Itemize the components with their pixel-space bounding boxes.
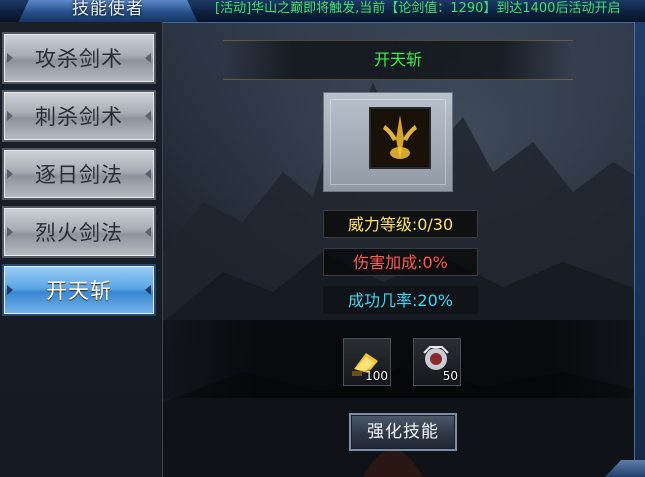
arrow-left-icon <box>7 227 13 237</box>
skill-name-bar: 开天斩 <box>223 40 573 80</box>
gem-icon[interactable]: 50 <box>413 338 461 386</box>
damage-bonus-stat: 伤害加成:0% <box>323 248 478 276</box>
materials-bar: 100 50 <box>163 320 645 398</box>
arrow-right-icon <box>145 53 151 63</box>
skill-item-label: 刺杀剑术 <box>35 105 123 129</box>
material-quantity: 100 <box>365 369 388 383</box>
skill-name: 开天斩 <box>373 50 422 69</box>
arrow-left-icon <box>7 111 13 121</box>
arrow-right-icon <box>145 169 151 179</box>
title-bar: 技能使者 [活动]华山之巅即将触发,当前【论剑值：1290】到达1400后活动开… <box>0 0 645 23</box>
arrow-right-icon <box>145 285 151 295</box>
power-level-stat: 威力等级:0/30 <box>323 210 478 238</box>
material-quantity: 50 <box>442 369 458 383</box>
skill-detail-panel: 开天斩 威力等级:0/30 伤害加成:0% 成功几率:20% 100 50 强化… <box>163 22 645 477</box>
arrow-left-icon <box>7 53 13 63</box>
skill-icon-frame <box>323 92 453 192</box>
frame-right-edge <box>634 22 645 477</box>
success-rate-stat: 成功几率:20% <box>323 286 478 314</box>
sword-flame-icon[interactable] <box>369 107 431 169</box>
window-title: 技能使者 <box>72 0 144 19</box>
skill-item-3[interactable]: 逐日剑法 <box>2 148 156 200</box>
skill-item-5[interactable]: 开天斩 <box>2 264 156 316</box>
arrow-left-icon <box>7 169 13 179</box>
arrow-right-icon <box>145 111 151 121</box>
event-marquee: [活动]华山之巅即将触发,当前【论剑值：1290】到达1400后活动开启 <box>215 1 621 16</box>
skill-item-1[interactable]: 攻杀剑术 <box>2 32 156 84</box>
enhance-skill-button[interactable]: 强化技能 <box>349 413 457 451</box>
skill-item-label: 烈火剑法 <box>35 221 123 245</box>
skill-window: 技能使者 [活动]华山之巅即将触发,当前【论剑值：1290】到达1400后活动开… <box>0 0 645 477</box>
skill-item-label: 攻杀剑术 <box>35 47 123 71</box>
skill-list: 攻杀剑术 刺杀剑术 逐日剑法 烈火剑法 开天斩 <box>0 22 163 477</box>
skill-item-label: 逐日剑法 <box>35 163 123 187</box>
gold-ingot-icon[interactable]: 100 <box>343 338 391 386</box>
arrow-left-icon <box>7 285 13 295</box>
skill-item-label: 开天斩 <box>46 279 112 303</box>
title-tab: 技能使者 <box>18 0 198 22</box>
skill-item-2[interactable]: 刺杀剑术 <box>2 90 156 142</box>
arrow-right-icon <box>145 227 151 237</box>
skill-item-4[interactable]: 烈火剑法 <box>2 206 156 258</box>
